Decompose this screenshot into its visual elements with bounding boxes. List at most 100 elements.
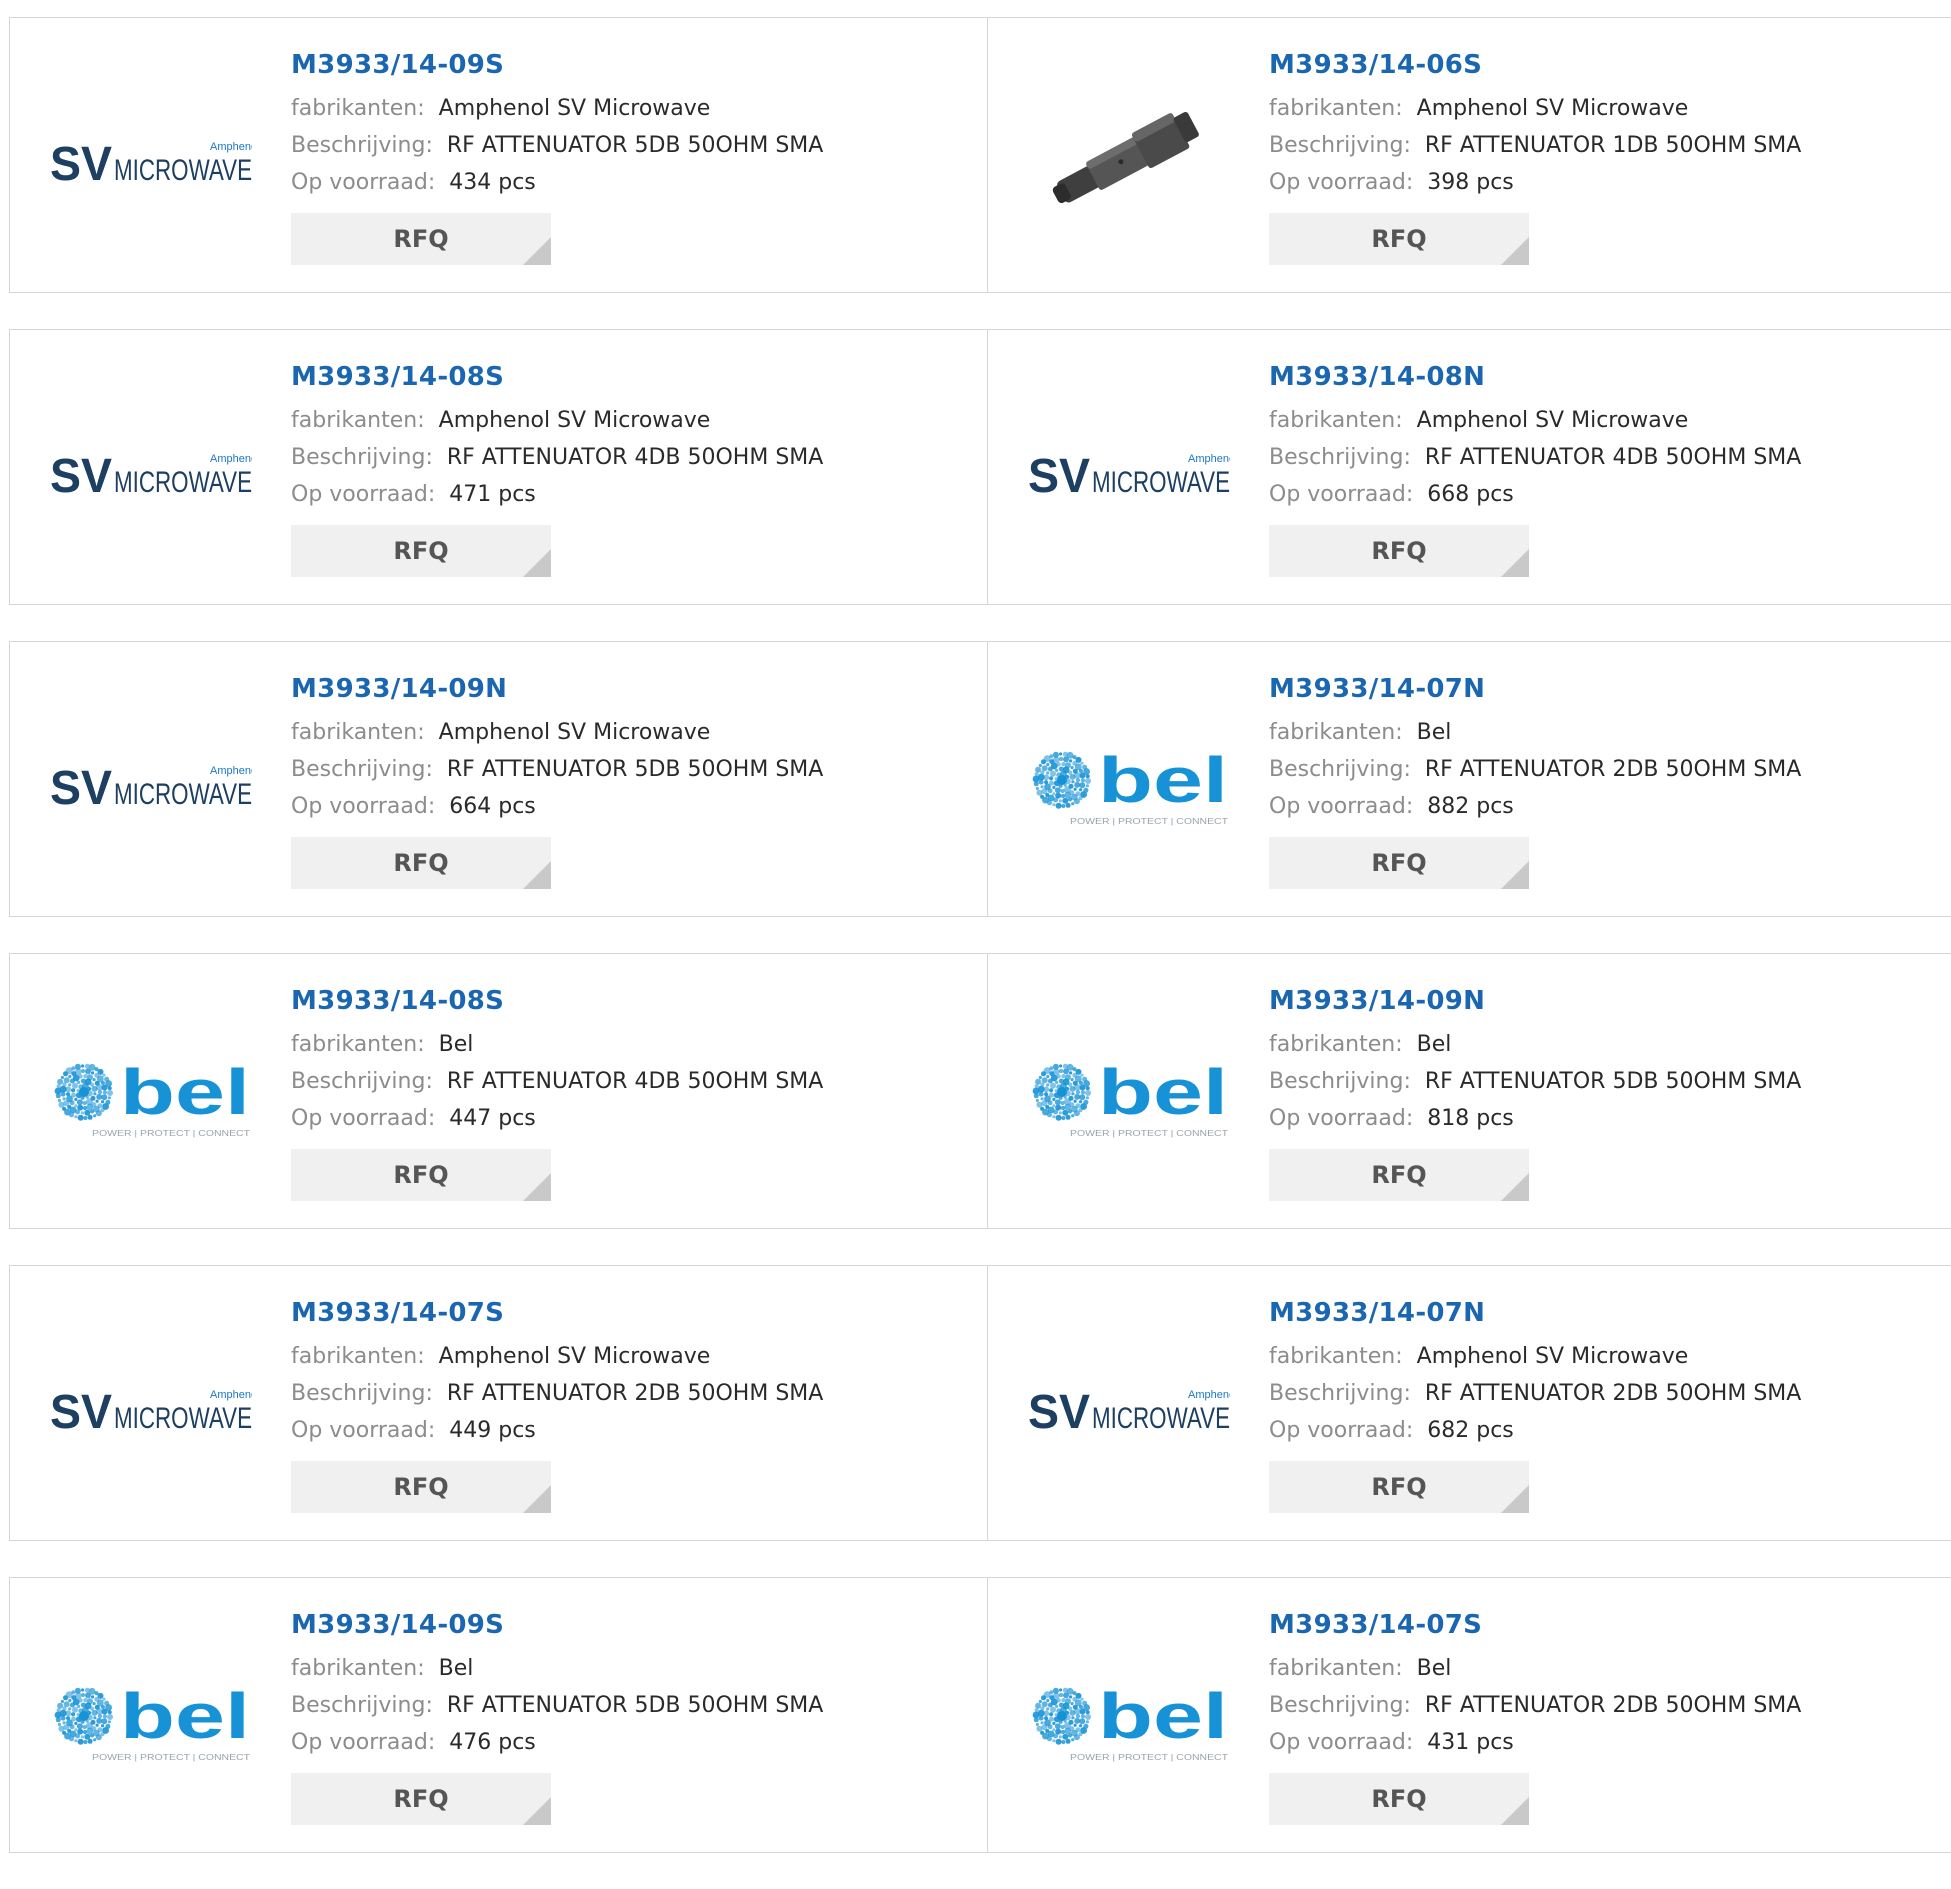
part-number-link[interactable]: M3933/14-09N	[291, 672, 987, 706]
svg-text:SV: SV	[50, 450, 112, 503]
manufacturer-value: Bel	[1416, 1656, 1452, 1681]
part-number-link[interactable]: M3933/14-07N	[1269, 1296, 1951, 1330]
product-image[interactable]: bel POWER | PROTECT | CONNECT	[1028, 732, 1230, 832]
description-line: Beschrijving: RF ATTENUATOR 4DB 50OHM SMA	[1269, 439, 1951, 476]
part-number-link[interactable]: M3933/14-09S	[291, 1608, 987, 1642]
part-number-link[interactable]: M3933/14-09S	[291, 48, 987, 82]
stock-line: Op voorraad: 476 pcs	[291, 1724, 987, 1761]
part-number-link[interactable]: M3933/14-08N	[1269, 360, 1951, 394]
svg-text:POWER | PROTECT | CONNECT: POWER | PROTECT | CONNECT	[1070, 1129, 1228, 1138]
manufacturer-value: Amphenol SV Microwave	[1416, 408, 1689, 433]
product-image[interactable]	[1028, 108, 1230, 208]
stock-line: Op voorraad: 682 pcs	[1269, 1412, 1951, 1449]
description-label: Beschrijving:	[291, 445, 433, 470]
product-card: Amphenol SV MICROWAVE M3933/14-07N fabri…	[987, 1265, 1951, 1541]
product-row: Amphenol SV MICROWAVE M3933/14-09S fabri…	[9, 17, 1951, 293]
rfq-button[interactable]: RFQ	[1269, 213, 1529, 265]
rfq-button[interactable]: RFQ	[1269, 525, 1529, 577]
product-info: M3933/14-08N fabrikanten: Amphenol SV Mic…	[1269, 360, 1951, 577]
stock-label: Op voorraad:	[1269, 794, 1414, 819]
rfq-button[interactable]: RFQ	[1269, 1461, 1529, 1513]
part-number-link[interactable]: M3933/14-08S	[291, 360, 987, 394]
part-number-link[interactable]: M3933/14-08S	[291, 984, 987, 1018]
product-image[interactable]: Amphenol SV MICROWAVE	[50, 1356, 252, 1456]
svg-text:MICROWAVE: MICROWAVE	[1092, 1402, 1230, 1435]
product-image[interactable]: bel POWER | PROTECT | CONNECT	[1028, 1668, 1230, 1768]
product-info: M3933/14-07N fabrikanten: Bel Beschrijvin…	[1269, 672, 1951, 889]
stock-value: 476 pcs	[449, 1730, 536, 1755]
stock-line: Op voorraad: 449 pcs	[291, 1412, 987, 1449]
rfq-button[interactable]: RFQ	[1269, 1149, 1529, 1201]
sv-microwave-logo: Amphenol SV MICROWAVE	[50, 762, 252, 815]
manufacturer-line: fabrikanten: Bel	[1269, 1026, 1951, 1063]
product-card: Amphenol SV MICROWAVE M3933/14-09S fabri…	[9, 17, 988, 293]
bel-logo: bel POWER | PROTECT | CONNECT	[1032, 744, 1228, 826]
svg-text:bel: bel	[1098, 744, 1228, 816]
description-label: Beschrijving:	[291, 757, 433, 782]
product-image[interactable]: Amphenol SV MICROWAVE	[1028, 420, 1230, 520]
product-image[interactable]: Amphenol SV MICROWAVE	[50, 108, 252, 208]
part-number-link[interactable]: M3933/14-06S	[1269, 48, 1951, 82]
svg-text:POWER | PROTECT | CONNECT: POWER | PROTECT | CONNECT	[92, 1129, 250, 1138]
product-image[interactable]: Amphenol SV MICROWAVE	[50, 732, 252, 832]
description-label: Beschrijving:	[1269, 445, 1411, 470]
description-value: RF ATTENUATOR 4DB 50OHM SMA	[1424, 445, 1802, 470]
rfq-label: RFQ	[393, 1161, 449, 1189]
rfq-corner-triangle	[1501, 1485, 1529, 1513]
description-value: RF ATTENUATOR 4DB 50OHM SMA	[446, 1069, 824, 1094]
stock-value: 398 pcs	[1427, 170, 1514, 195]
part-number-link[interactable]: M3933/14-07S	[1269, 1608, 1951, 1642]
rfq-corner-triangle	[523, 861, 551, 889]
bel-logo: bel POWER | PROTECT | CONNECT	[54, 1056, 250, 1138]
description-line: Beschrijving: RF ATTENUATOR 5DB 50OHM SMA	[1269, 1063, 1951, 1100]
stock-line: Op voorraad: 818 pcs	[1269, 1100, 1951, 1137]
stock-label: Op voorraad:	[291, 1418, 436, 1443]
description-line: Beschrijving: RF ATTENUATOR 4DB 50OHM SMA	[291, 439, 987, 476]
svg-text:SV: SV	[1028, 450, 1090, 503]
manufacturer-line: fabrikanten: Amphenol SV Microwave	[291, 714, 987, 751]
stock-value: 882 pcs	[1427, 794, 1514, 819]
stock-value: 447 pcs	[449, 1106, 536, 1131]
svg-text:SV: SV	[50, 138, 112, 191]
product-card: bel POWER | PROTECT | CONNECT M3933/14-0…	[9, 953, 988, 1229]
part-number-link[interactable]: M3933/14-07N	[1269, 672, 1951, 706]
stock-line: Op voorraad: 668 pcs	[1269, 476, 1951, 513]
manufacturer-value: Amphenol SV Microwave	[438, 1344, 711, 1369]
product-image[interactable]: bel POWER | PROTECT | CONNECT	[50, 1044, 252, 1144]
stock-line: Op voorraad: 664 pcs	[291, 788, 987, 825]
manufacturer-label: fabrikanten:	[1269, 408, 1403, 433]
product-card: bel POWER | PROTECT | CONNECT M3933/14-0…	[987, 953, 1951, 1229]
rfq-button[interactable]: RFQ	[291, 213, 551, 265]
product-image[interactable]: Amphenol SV MICROWAVE	[50, 420, 252, 520]
product-info: M3933/14-07N fabrikanten: Amphenol SV Mic…	[1269, 1296, 1951, 1513]
stock-line: Op voorraad: 882 pcs	[1269, 788, 1951, 825]
manufacturer-label: fabrikanten:	[1269, 1656, 1403, 1681]
rfq-label: RFQ	[393, 1785, 449, 1813]
rfq-button[interactable]: RFQ	[291, 1773, 551, 1825]
rfq-button[interactable]: RFQ	[291, 1149, 551, 1201]
rfq-button[interactable]: RFQ	[291, 837, 551, 889]
product-image[interactable]: bel POWER | PROTECT | CONNECT	[50, 1668, 252, 1768]
part-number-link[interactable]: M3933/14-07S	[291, 1296, 987, 1330]
product-card: Amphenol SV MICROWAVE M3933/14-08N fabri…	[987, 329, 1951, 605]
product-card: Amphenol SV MICROWAVE M3933/14-08S fabri…	[9, 329, 988, 605]
product-card: Amphenol SV MICROWAVE M3933/14-07S fabri…	[9, 1265, 988, 1541]
stock-line: Op voorraad: 434 pcs	[291, 164, 987, 201]
product-image[interactable]: bel POWER | PROTECT | CONNECT	[1028, 1044, 1230, 1144]
product-image[interactable]: Amphenol SV MICROWAVE	[1028, 1356, 1230, 1456]
part-number-link[interactable]: M3933/14-09N	[1269, 984, 1951, 1018]
rfq-button[interactable]: RFQ	[1269, 1773, 1529, 1825]
bel-logo: bel POWER | PROTECT | CONNECT	[1032, 1680, 1228, 1762]
manufacturer-value: Amphenol SV Microwave	[438, 96, 711, 121]
product-card: Amphenol SV MICROWAVE M3933/14-09N fabri…	[9, 641, 988, 917]
description-line: Beschrijving: RF ATTENUATOR 1DB 50OHM SMA	[1269, 127, 1951, 164]
stock-label: Op voorraad:	[1269, 1106, 1414, 1131]
manufacturer-value: Bel	[1416, 1032, 1452, 1057]
rfq-button[interactable]: RFQ	[1269, 837, 1529, 889]
description-line: Beschrijving: RF ATTENUATOR 2DB 50OHM SMA	[1269, 1687, 1951, 1724]
rfq-button[interactable]: RFQ	[291, 525, 551, 577]
product-row: bel POWER | PROTECT | CONNECT M3933/14-0…	[9, 953, 1951, 1229]
rfq-button[interactable]: RFQ	[291, 1461, 551, 1513]
stock-label: Op voorraad:	[1269, 482, 1414, 507]
svg-text:MICROWAVE: MICROWAVE	[114, 778, 252, 811]
